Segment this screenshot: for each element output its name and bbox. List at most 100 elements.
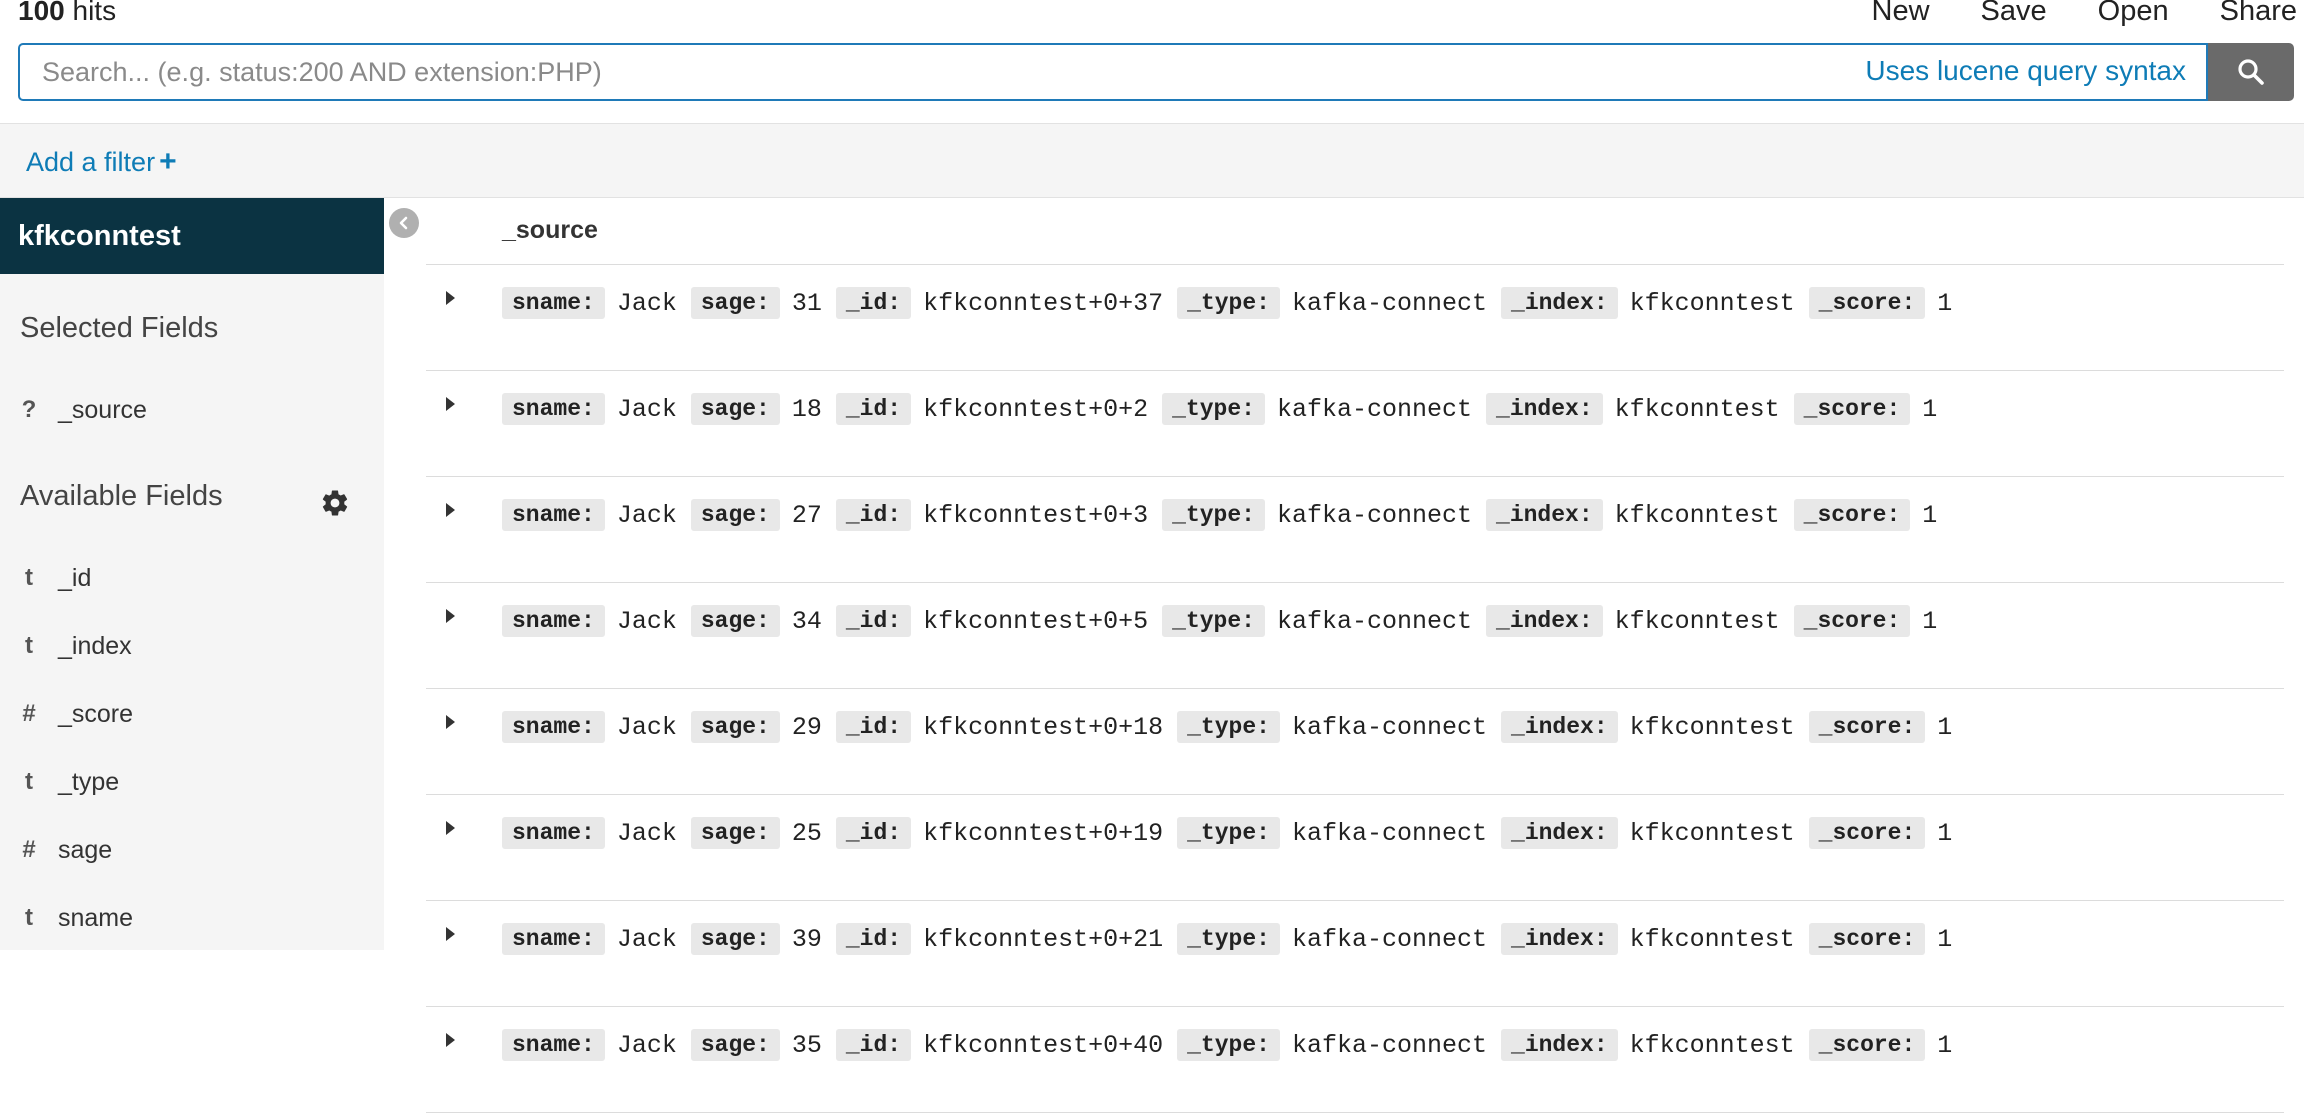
field-value-sage: 31 bbox=[791, 288, 822, 318]
expand-row-icon[interactable] bbox=[446, 503, 455, 517]
add-filter-link[interactable]: Add a filter + bbox=[26, 145, 177, 179]
field-key-index: _index: bbox=[1486, 499, 1603, 531]
field-name: _score bbox=[58, 699, 134, 728]
field-value-type: kafka-connect bbox=[1276, 500, 1473, 530]
field-value-index: kfkconntest bbox=[1629, 288, 1795, 318]
selected-fields-title: Selected Fields bbox=[20, 312, 219, 344]
field-name: _type bbox=[58, 767, 120, 796]
field-key-id: _id: bbox=[835, 711, 912, 743]
field-value-sage: 29 bbox=[791, 712, 822, 742]
field-type-icon: # bbox=[22, 700, 36, 727]
field-key-sname: sname: bbox=[502, 923, 605, 955]
field-type[interactable]: t _type bbox=[0, 760, 384, 804]
field-key-sage: sage: bbox=[690, 287, 780, 319]
field-value-score: 1 bbox=[1937, 818, 1953, 848]
field-value-score: 1 bbox=[1937, 1030, 1953, 1060]
field-sage[interactable]: # sage bbox=[0, 828, 384, 872]
search-icon bbox=[2238, 59, 2264, 85]
field-value-sname: Jack bbox=[616, 712, 677, 742]
field-key-index: _index: bbox=[1486, 393, 1603, 425]
field-key-sage: sage: bbox=[690, 1029, 780, 1061]
field-key-score: _score: bbox=[1793, 499, 1911, 531]
field-key-index: _index: bbox=[1501, 1029, 1618, 1061]
table-row: sname: Jack sage: 25 _id: kfkconntest+0+19 _ty… bbox=[426, 795, 2284, 901]
field-value-id: kfkconntest+0+5 bbox=[923, 606, 1149, 636]
field-name: _id bbox=[58, 563, 92, 592]
table-row: sname: Jack sage: 18 _id: kfkconntest+0+2 _typ… bbox=[426, 371, 2284, 477]
document-source: sname: Jack sage: 29 _id: kfkconntest+0+18 _ty… bbox=[502, 711, 1966, 743]
search-bar: Uses lucene query syntax bbox=[18, 43, 2208, 101]
expand-row-icon[interactable] bbox=[446, 715, 455, 729]
expand-row-icon[interactable] bbox=[446, 609, 455, 623]
field-value-sage: 18 bbox=[791, 394, 822, 424]
field-id[interactable]: t _id bbox=[0, 556, 384, 600]
column-header-source[interactable]: _source bbox=[502, 216, 598, 245]
field-key-sage: sage: bbox=[690, 393, 780, 425]
expand-row-icon[interactable] bbox=[446, 397, 455, 411]
collapse-sidebar-button[interactable] bbox=[389, 208, 419, 238]
gear-icon[interactable] bbox=[320, 488, 350, 518]
field-value-type: kafka-connect bbox=[1276, 606, 1473, 636]
field-sname[interactable]: t sname bbox=[0, 896, 384, 940]
field-value-sname: Jack bbox=[616, 606, 677, 636]
chevron-left-icon bbox=[399, 216, 408, 230]
field-key-sname: sname: bbox=[502, 1029, 605, 1061]
field-value-score: 1 bbox=[1937, 712, 1953, 742]
field-score[interactable]: # _score bbox=[0, 692, 384, 736]
field-key-type: _type: bbox=[1177, 923, 1280, 955]
field-value-sage: 35 bbox=[791, 1030, 822, 1060]
field-value-sname: Jack bbox=[616, 924, 677, 954]
table-row: sname: Jack sage: 29 _id: kfkconntest+0+18 _ty… bbox=[426, 689, 2284, 795]
field-value-id: kfkconntest+0+40 bbox=[923, 1030, 1164, 1060]
field-value-index: kfkconntest bbox=[1614, 500, 1780, 530]
hits-number: 100 bbox=[18, 0, 65, 26]
field-value-index: kfkconntest bbox=[1629, 1030, 1795, 1060]
field-index[interactable]: t _index bbox=[0, 624, 384, 668]
top-menu: New Save Open Share bbox=[1872, 0, 2304, 28]
field-type-icon: t bbox=[25, 904, 33, 931]
field-value-score: 1 bbox=[1922, 606, 1938, 636]
field-value-id: kfkconntest+0+3 bbox=[923, 500, 1149, 530]
expand-row-icon[interactable] bbox=[446, 1033, 455, 1047]
document-source: sname: Jack sage: 18 _id: kfkconntest+0+2 _typ… bbox=[502, 393, 1951, 425]
menu-new[interactable]: New bbox=[1872, 0, 1930, 28]
field-key-score: _score: bbox=[1808, 711, 1926, 743]
selected-field-source[interactable]: ? _source bbox=[0, 388, 384, 432]
field-value-sname: Jack bbox=[616, 500, 677, 530]
field-key-id: _id: bbox=[835, 605, 912, 637]
plus-icon: + bbox=[159, 145, 177, 178]
field-name: sage bbox=[58, 835, 113, 864]
expand-row-icon[interactable] bbox=[446, 927, 455, 941]
field-value-index: kfkconntest bbox=[1629, 712, 1795, 742]
field-value-index: kfkconntest bbox=[1614, 606, 1780, 636]
field-key-type: _type: bbox=[1177, 711, 1280, 743]
index-pattern-title[interactable]: kfkconntest bbox=[0, 198, 384, 274]
field-value-id: kfkconntest+0+19 bbox=[923, 818, 1164, 848]
filter-bar: Add a filter + bbox=[0, 123, 2304, 198]
field-value-index: kfkconntest bbox=[1614, 394, 1780, 424]
expand-row-icon[interactable] bbox=[446, 291, 455, 305]
field-key-type: _type: bbox=[1162, 499, 1265, 531]
field-key-index: _index: bbox=[1501, 287, 1618, 319]
field-key-sage: sage: bbox=[690, 499, 780, 531]
lucene-syntax-link[interactable]: Uses lucene query syntax bbox=[1865, 55, 2186, 87]
menu-open[interactable]: Open bbox=[2098, 0, 2169, 28]
field-value-type: kafka-connect bbox=[1291, 1030, 1488, 1060]
field-key-id: _id: bbox=[835, 287, 912, 319]
field-type-icon: ? bbox=[21, 396, 37, 423]
field-key-sage: sage: bbox=[690, 711, 780, 743]
search-button[interactable] bbox=[2208, 43, 2294, 101]
field-value-id: kfkconntest+0+21 bbox=[923, 924, 1164, 954]
document-source: sname: Jack sage: 27 _id: kfkconntest+0+3 _typ… bbox=[502, 499, 1951, 531]
search-input[interactable] bbox=[42, 45, 1822, 99]
field-value-type: kafka-connect bbox=[1291, 818, 1488, 848]
field-value-type: kafka-connect bbox=[1291, 712, 1488, 742]
field-key-score: _score: bbox=[1808, 287, 1926, 319]
field-value-id: kfkconntest+0+18 bbox=[923, 712, 1164, 742]
field-key-sage: sage: bbox=[690, 923, 780, 955]
field-key-score: _score: bbox=[1793, 605, 1911, 637]
menu-share[interactable]: Share bbox=[2220, 0, 2297, 28]
expand-row-icon[interactable] bbox=[446, 821, 455, 835]
menu-save[interactable]: Save bbox=[1981, 0, 2047, 28]
table-row: sname: Jack sage: 39 _id: kfkconntest+0+21 _ty… bbox=[426, 901, 2284, 1007]
